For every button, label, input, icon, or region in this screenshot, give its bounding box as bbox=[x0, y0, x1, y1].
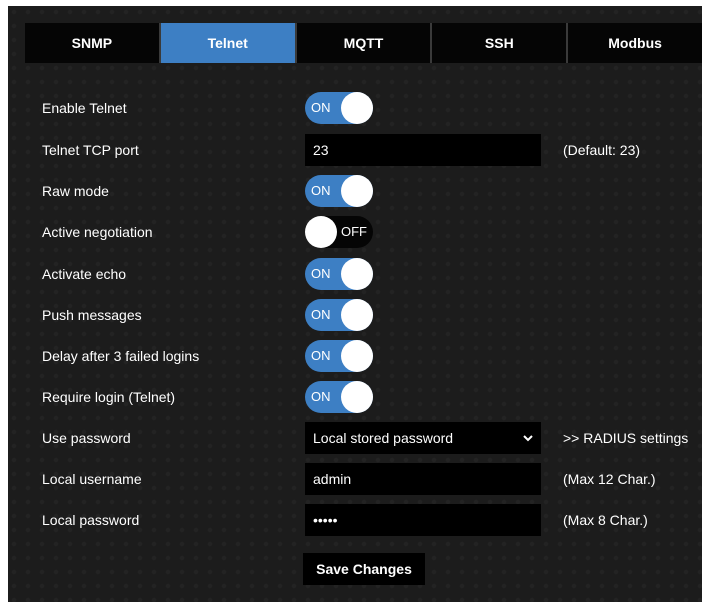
tcp-port-hint: (Default: 23) bbox=[563, 142, 641, 158]
toggle-knob bbox=[341, 299, 373, 331]
require-login-toggle[interactable]: ON bbox=[305, 381, 373, 413]
tab-modbus[interactable]: Modbus bbox=[568, 23, 702, 63]
activate-echo-toggle[interactable]: ON bbox=[305, 258, 373, 290]
setting-row-require-login: Require login (Telnet) ON bbox=[8, 381, 702, 413]
setting-label: Telnet TCP port bbox=[42, 142, 139, 158]
local-username-input[interactable] bbox=[305, 463, 541, 495]
setting-row-local-password: Local password (Max 8 Char.) bbox=[8, 504, 702, 536]
toggle-knob bbox=[305, 216, 337, 248]
setting-row-activate-echo: Activate echo ON bbox=[8, 258, 702, 290]
radius-settings-link[interactable]: >> RADIUS settings bbox=[563, 422, 688, 454]
setting-row-push-messages: Push messages ON bbox=[8, 299, 702, 331]
setting-label: Use password bbox=[42, 430, 131, 446]
setting-row-local-username: Local username (Max 12 Char.) bbox=[8, 463, 702, 495]
tab-bar: SNMP Telnet MQTT SSH Modbus bbox=[25, 23, 702, 63]
setting-label: Activate echo bbox=[42, 266, 127, 282]
setting-label: Delay after 3 failed logins bbox=[42, 348, 200, 364]
toggle-knob bbox=[341, 92, 373, 124]
tcp-port-input[interactable] bbox=[305, 134, 541, 166]
toggle-state-text: OFF bbox=[341, 224, 367, 239]
toggle-knob bbox=[341, 340, 373, 372]
setting-row-tcp-port: Telnet TCP port (Default: 23) bbox=[8, 134, 702, 166]
toggle-state-text: ON bbox=[311, 307, 331, 322]
toggle-state-text: ON bbox=[311, 100, 331, 115]
setting-row-enable-telnet: Enable Telnet ON bbox=[8, 92, 702, 124]
tab-snmp[interactable]: SNMP bbox=[25, 23, 159, 63]
setting-label: Raw mode bbox=[42, 183, 109, 199]
setting-label: Push messages bbox=[42, 307, 142, 323]
chevron-down-icon bbox=[523, 422, 533, 454]
enable-telnet-toggle[interactable]: ON bbox=[305, 92, 373, 124]
toggle-state-text: ON bbox=[311, 266, 331, 281]
setting-label: Local password bbox=[42, 512, 140, 528]
setting-label: Local username bbox=[42, 471, 142, 487]
setting-label: Active negotiation bbox=[42, 224, 153, 240]
tab-ssh[interactable]: SSH bbox=[432, 23, 567, 63]
tab-telnet[interactable]: Telnet bbox=[160, 23, 295, 63]
setting-row-use-password: Use password Local stored password >> RA… bbox=[8, 422, 702, 454]
toggle-state-text: ON bbox=[311, 348, 331, 363]
setting-label: Enable Telnet bbox=[42, 100, 127, 116]
toggle-knob bbox=[341, 258, 373, 290]
select-value: Local stored password bbox=[313, 430, 454, 446]
toggle-state-text: ON bbox=[311, 183, 331, 198]
local-username-hint: (Max 12 Char.) bbox=[563, 471, 656, 487]
raw-mode-toggle[interactable]: ON bbox=[305, 175, 373, 207]
toggle-knob bbox=[341, 381, 373, 413]
delay-failed-logins-toggle[interactable]: ON bbox=[305, 340, 373, 372]
active-negotiation-toggle[interactable]: OFF bbox=[305, 216, 373, 248]
local-password-input[interactable] bbox=[305, 504, 541, 536]
setting-row-raw-mode: Raw mode ON bbox=[8, 175, 702, 207]
toggle-state-text: ON bbox=[311, 389, 331, 404]
setting-label: Require login (Telnet) bbox=[42, 389, 176, 405]
local-password-hint: (Max 8 Char.) bbox=[563, 512, 648, 528]
push-messages-toggle[interactable]: ON bbox=[305, 299, 373, 331]
toggle-knob bbox=[341, 175, 373, 207]
tab-mqtt[interactable]: MQTT bbox=[296, 23, 431, 63]
telnet-settings-panel: SNMP Telnet MQTT SSH Modbus Enable Telne… bbox=[8, 6, 702, 602]
setting-row-delay-failed-logins: Delay after 3 failed logins ON bbox=[8, 340, 702, 372]
setting-row-active-negotiation: Active negotiation OFF bbox=[8, 216, 702, 248]
save-changes-button[interactable]: Save Changes bbox=[303, 553, 425, 585]
use-password-select[interactable]: Local stored password bbox=[305, 422, 541, 454]
